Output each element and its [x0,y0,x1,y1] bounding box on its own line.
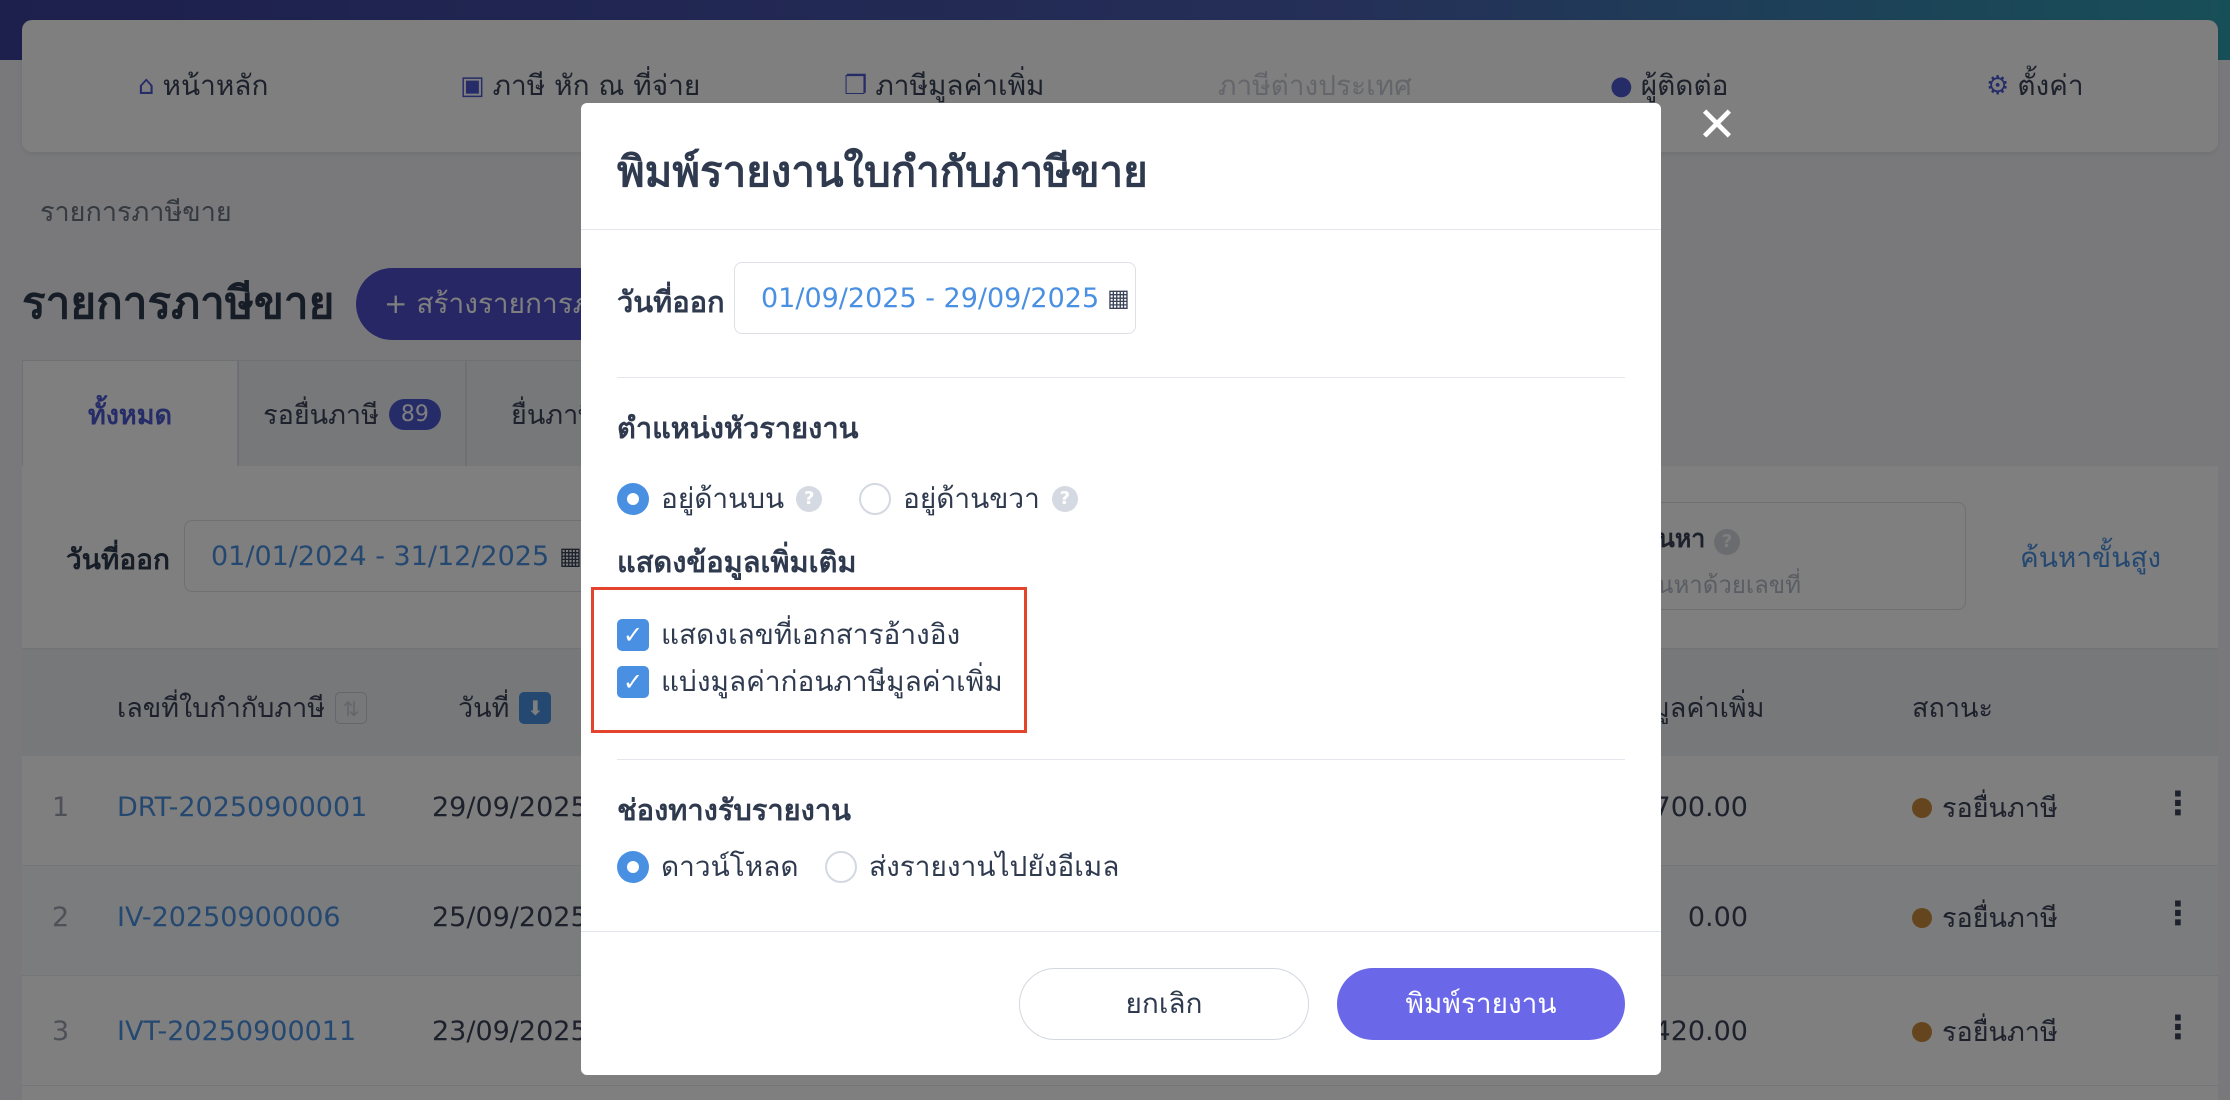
checkbox-checked[interactable]: ✓ [617,619,649,651]
divider [581,931,1661,932]
issue-date-label: วันที่ออก [617,285,725,319]
help-icon[interactable]: ? [796,486,823,512]
calendar-icon: ▦ [1107,284,1130,312]
channel-download-option[interactable]: ดาวน์โหลด [617,845,799,889]
divider [617,377,1625,378]
split-pre-vat-checkbox[interactable]: ✓ แบ่งมูลค่าก่อนภาษีมูลค่าเพิ่ม [617,660,1003,704]
print-report-dialog: พิมพ์รายงานใบกำกับภาษีขาย วันที่ออก 01/0… [581,103,1661,1075]
channel-email-option[interactable]: ส่งรายงานไปยังอีเมล [825,845,1119,889]
header-position-top-option[interactable]: อยู่ด้านบน ? [617,477,823,521]
extra-info-label: แสดงข้อมูลเพิ่มเติม [617,545,857,579]
print-report-button[interactable]: พิมพ์รายงาน [1337,968,1625,1040]
radio-unselected[interactable] [825,851,857,883]
delivery-channel-label: ช่องทางรับรายงาน [617,793,851,827]
dialog-title: พิมพ์รายงานใบกำกับภาษีขาย [617,147,1148,196]
help-icon[interactable]: ? [1051,486,1078,512]
checkbox-checked[interactable]: ✓ [617,666,649,698]
cancel-button[interactable]: ยกเลิก [1019,968,1309,1040]
divider [617,759,1625,760]
issue-date-range-input[interactable]: 01/09/2025 - 29/09/2025 ▦ [734,262,1136,334]
radio-selected[interactable] [617,483,649,515]
show-reference-doc-checkbox[interactable]: ✓ แสดงเลขที่เอกสารอ้างอิง [617,613,960,657]
header-position-label: ตำแหน่งหัวรายงาน [617,411,859,445]
header-position-right-option[interactable]: อยู่ด้านขวา ? [859,477,1078,521]
issue-date-value: 01/09/2025 - 29/09/2025 [761,282,1100,314]
radio-selected[interactable] [617,851,649,883]
radio-unselected[interactable] [859,483,891,515]
close-icon[interactable]: ✕ [1694,101,1740,149]
divider [581,229,1661,230]
